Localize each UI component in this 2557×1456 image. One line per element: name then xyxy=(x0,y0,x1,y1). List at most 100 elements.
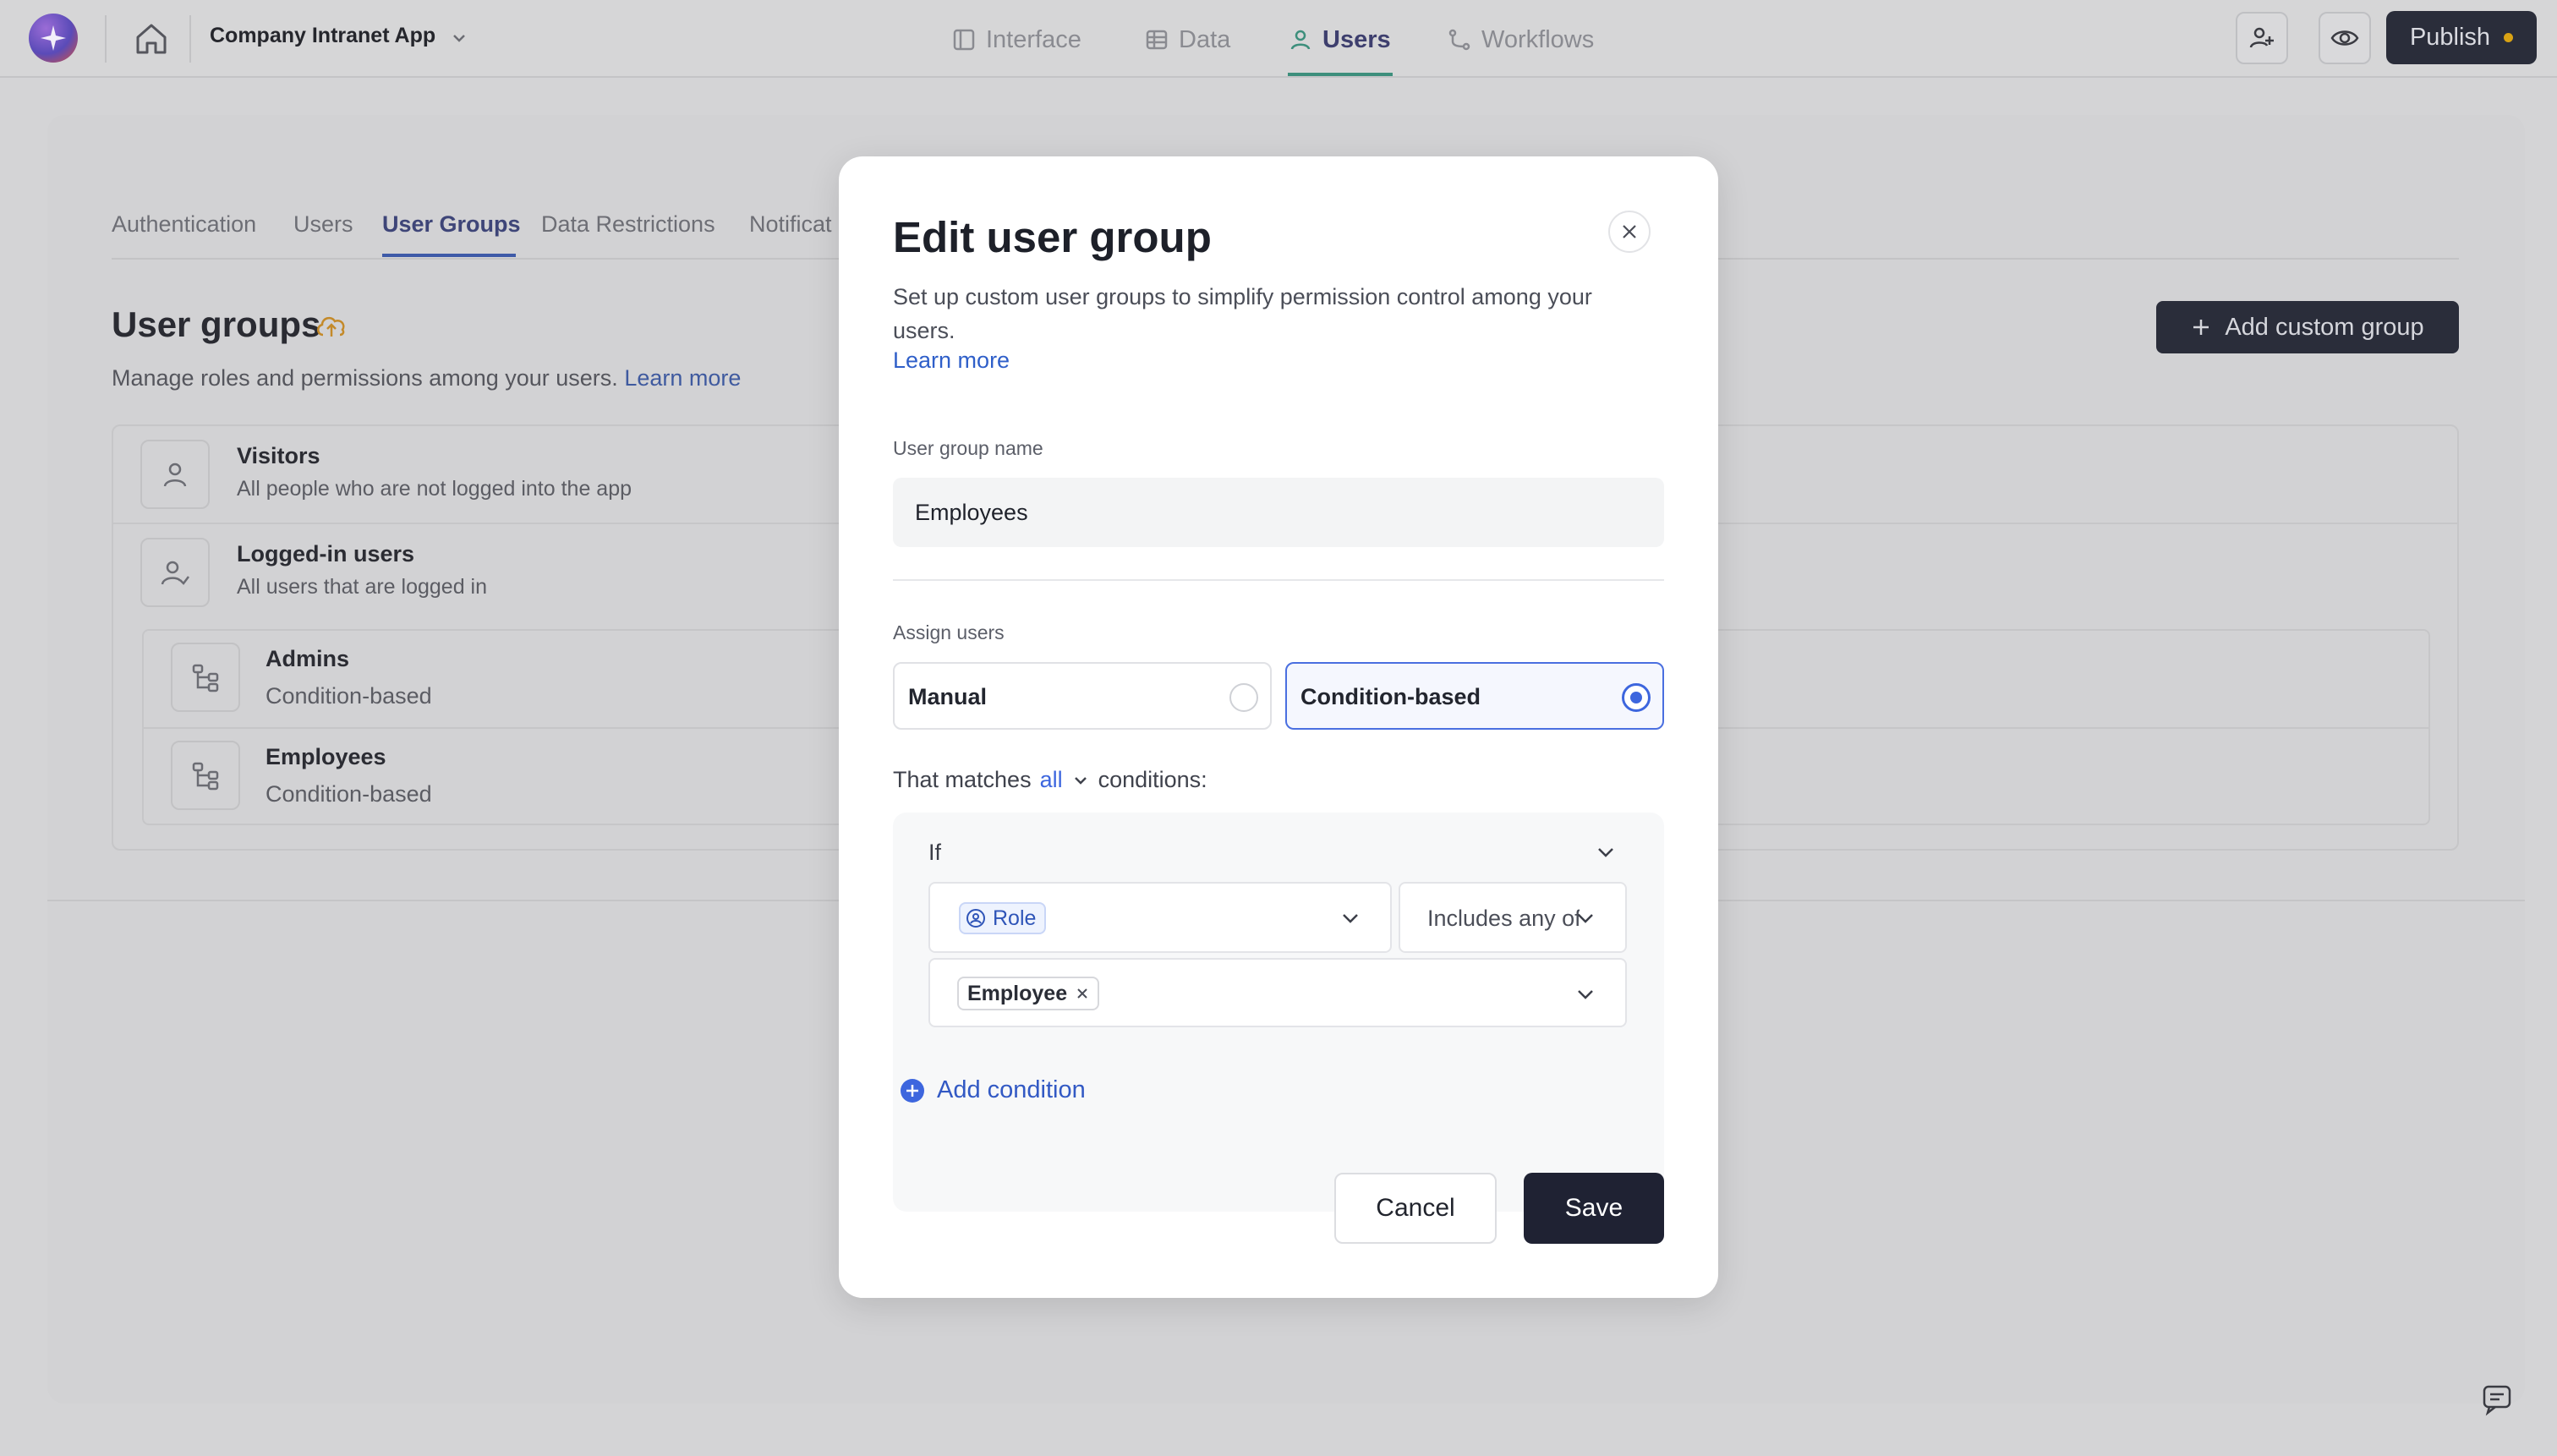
subtitle-text: Manage roles and permissions among your … xyxy=(112,365,618,391)
chevron-down-icon xyxy=(1339,907,1361,929)
chat-icon xyxy=(2483,1385,2511,1416)
chat-button[interactable] xyxy=(2469,1371,2523,1426)
home-icon xyxy=(136,24,167,54)
home-button[interactable] xyxy=(130,19,172,59)
option-label: Manual xyxy=(908,684,988,709)
page-subtitle: Manage roles and permissions among your … xyxy=(112,365,741,391)
preview-button[interactable] xyxy=(2319,12,2371,64)
match-mode-row: That matches all conditions: xyxy=(893,767,1207,793)
add-custom-group-button[interactable]: Add custom group xyxy=(2156,301,2459,353)
operator-value: Includes any of xyxy=(1427,906,1580,931)
condition-if-label: If xyxy=(928,840,942,865)
add-condition-button[interactable]: Add condition xyxy=(900,1076,1086,1104)
top-bar: Company Intranet App Interface Data User… xyxy=(0,0,2557,78)
condition-group: If Role Includes any of Employee xyxy=(893,813,1664,1212)
assign-condition-based-option[interactable]: Condition-based xyxy=(1285,662,1664,730)
active-subtab-indicator xyxy=(382,254,516,257)
condition-operator-select[interactable]: Includes any of xyxy=(1399,882,1627,953)
edit-user-group-dialog: Edit user group Set up custom user group… xyxy=(839,156,1718,1298)
active-tab-indicator xyxy=(1288,73,1393,76)
tab-workflows[interactable]: Workflows xyxy=(1448,19,1594,61)
radio-button[interactable] xyxy=(1229,683,1258,712)
learn-more-link[interactable]: Learn more xyxy=(893,348,1010,374)
user-circle-icon xyxy=(966,909,985,928)
tab-label: Data xyxy=(1179,25,1231,53)
field-chip-label: Role xyxy=(993,906,1037,930)
remove-icon[interactable] xyxy=(1076,987,1089,1000)
app-name[interactable]: Company Intranet App xyxy=(210,24,435,48)
chevron-down-icon xyxy=(1574,907,1596,929)
user-check-icon xyxy=(140,538,210,607)
group-name: Admins xyxy=(266,646,350,671)
tab-users[interactable]: Users xyxy=(1289,19,1391,61)
publish-button[interactable]: Publish xyxy=(2386,11,2537,64)
publish-label: Publish xyxy=(2409,24,2491,51)
table-icon xyxy=(1146,30,1168,50)
condition-field-select[interactable]: Role xyxy=(928,882,1392,953)
group-description: Condition-based xyxy=(266,781,432,807)
add-condition-label: Add condition xyxy=(937,1076,1086,1103)
plus-circle-icon xyxy=(901,1078,924,1103)
subtab-users[interactable]: Users xyxy=(293,211,353,238)
group-description: All people who are not logged into the a… xyxy=(237,477,632,501)
option-label: Condition-based xyxy=(1300,684,1481,709)
hierarchy-icon xyxy=(171,643,240,712)
hierarchy-icon xyxy=(171,741,240,810)
group-name-input[interactable]: Employees xyxy=(893,478,1664,547)
save-button[interactable]: Save xyxy=(1524,1173,1664,1244)
chevron-down-icon xyxy=(1574,983,1596,1005)
user-icon xyxy=(1290,30,1311,50)
tab-data[interactable]: Data xyxy=(1145,19,1230,61)
field-label: User group name xyxy=(893,437,1043,459)
page-title: User groups xyxy=(112,304,321,344)
match-prefix: That matches xyxy=(893,767,1032,792)
condition-values-select[interactable]: Employee xyxy=(928,958,1627,1027)
subtab-user-groups[interactable]: User Groups xyxy=(382,211,521,238)
publish-status-dot xyxy=(2504,33,2514,42)
chevron-down-icon xyxy=(1598,848,1613,857)
app-logo[interactable] xyxy=(29,14,78,63)
learn-more-link[interactable]: Learn more xyxy=(624,365,741,391)
cancel-button[interactable]: Cancel xyxy=(1334,1173,1497,1244)
subtab-authentication[interactable]: Authentication xyxy=(112,211,256,238)
tab-label: Interface xyxy=(986,25,1081,53)
field-chip: Role xyxy=(959,902,1047,934)
field-label: Assign users xyxy=(893,621,1005,643)
sparkle-icon xyxy=(41,25,66,51)
dialog-description: Set up custom user groups to simplify pe… xyxy=(893,284,1592,343)
assign-manual-option[interactable]: Manual xyxy=(893,662,1272,730)
subtab-notifications[interactable]: Notificat xyxy=(749,211,832,238)
group-name: Logged-in users xyxy=(237,541,415,567)
divider xyxy=(893,579,1664,581)
invite-user-button[interactable] xyxy=(2236,12,2288,64)
value-chip-label: Employee xyxy=(967,981,1068,1005)
close-button[interactable] xyxy=(1608,211,1651,253)
subtab-data-restrictions[interactable]: Data Restrictions xyxy=(541,211,715,238)
divider xyxy=(189,15,191,63)
group-description: Condition-based xyxy=(266,683,432,709)
user-icon xyxy=(140,440,210,509)
chevron-down-icon[interactable] xyxy=(450,29,468,47)
divider xyxy=(105,15,107,63)
tab-interface[interactable]: Interface xyxy=(952,19,1081,61)
add-group-label: Add custom group xyxy=(2225,313,2424,341)
match-mode-select[interactable]: all xyxy=(1040,767,1063,793)
tab-label: Users xyxy=(1322,25,1391,53)
match-suffix: conditions: xyxy=(1098,767,1207,792)
layout-icon xyxy=(953,29,975,51)
radio-button[interactable] xyxy=(1622,683,1651,712)
chevron-down-icon[interactable] xyxy=(1071,771,1090,790)
group-description: All users that are logged in xyxy=(237,575,488,599)
close-icon xyxy=(1623,225,1636,238)
user-plus-icon xyxy=(2249,27,2274,48)
workflow-icon xyxy=(1448,29,1470,51)
group-name: Visitors xyxy=(237,443,320,468)
eye-icon xyxy=(2330,30,2359,46)
collapse-button[interactable] xyxy=(1595,841,1617,863)
plus-icon xyxy=(2193,320,2209,335)
dialog-title: Edit user group xyxy=(893,213,1212,261)
group-name: Employees xyxy=(266,744,386,769)
tab-label: Workflows xyxy=(1481,25,1595,53)
value-chip: Employee xyxy=(957,977,1100,1010)
cloud-upload-icon xyxy=(315,311,348,340)
